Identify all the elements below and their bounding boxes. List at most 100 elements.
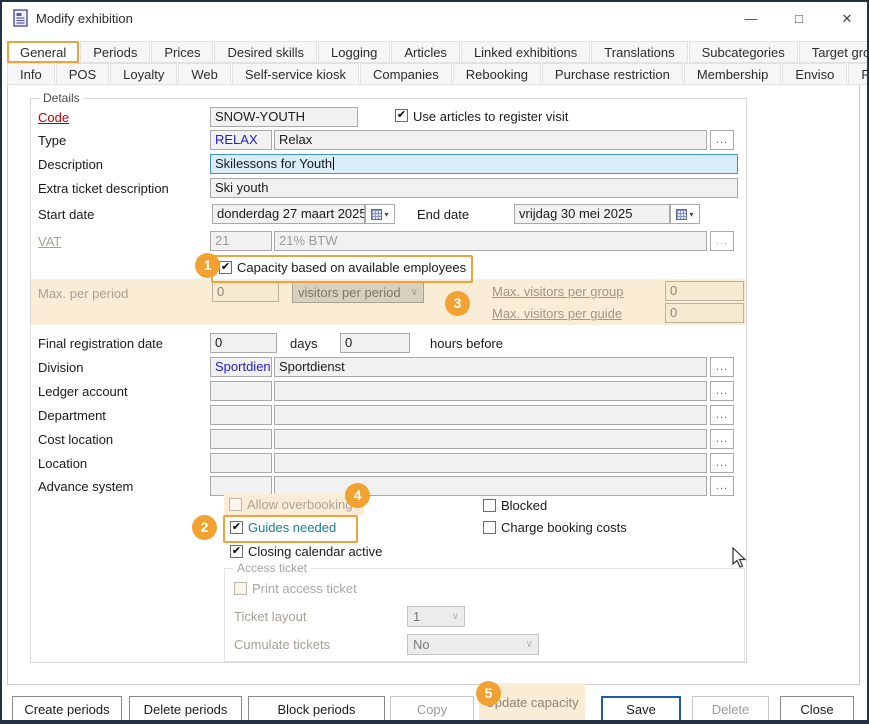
ledger-account-name-field[interactable]	[274, 381, 707, 401]
department-name-field[interactable]	[274, 405, 707, 425]
tab-purchase-restriction[interactable]: Purchase restriction	[542, 63, 683, 85]
print-access-ticket-checkbox	[234, 582, 247, 595]
blocked-label: Blocked	[501, 498, 547, 513]
vat-code-field[interactable]: 21	[210, 231, 272, 251]
ticket-layout-dropdown: 1 ∨	[407, 606, 465, 627]
max-visitors-per-guide-link[interactable]: Max. visitors per guide	[492, 306, 622, 321]
description-field[interactable]: Skilessons for Youth	[210, 154, 738, 174]
extra-ticket-description-field[interactable]: Ski youth	[210, 178, 738, 198]
ledger-account-label: Ledger account	[38, 384, 128, 399]
final-registration-hours-field[interactable]: 0	[340, 333, 410, 353]
vat-label[interactable]: VAT	[38, 234, 61, 249]
division-lookup-button[interactable]: ...	[710, 357, 734, 377]
copy-button: Copy	[390, 696, 474, 722]
department-lookup-button[interactable]: ...	[710, 405, 734, 425]
extra-ticket-description-label: Extra ticket description	[38, 181, 169, 196]
ledger-account-code-field[interactable]	[210, 381, 272, 401]
tab-companies[interactable]: Companies	[360, 63, 452, 85]
location-name-field[interactable]	[274, 453, 707, 473]
save-button[interactable]: Save	[601, 696, 681, 722]
tab-pos[interactable]: POS	[56, 63, 109, 85]
type-name-field[interactable]: Relax	[274, 130, 707, 150]
capacity-based-checkbox[interactable]	[219, 261, 232, 274]
location-code-field[interactable]	[210, 453, 272, 473]
max-visitors-per-group-link[interactable]: Max. visitors per group	[492, 284, 624, 299]
cumulate-tickets-dropdown: No ∨	[407, 634, 539, 655]
annotation-badge-2: 2	[192, 515, 217, 540]
max-visitors-per-guide-field: 0	[665, 303, 744, 323]
code-field[interactable]: SNOW-YOUTH	[210, 107, 358, 127]
final-registration-days-field[interactable]: 0	[210, 333, 277, 353]
chevron-down-icon: ▾	[689, 210, 693, 219]
guides-needed-checkbox[interactable]	[230, 521, 243, 534]
tab-facility-bookings[interactable]: Facility bookings	[848, 63, 869, 85]
division-name-field[interactable]: Sportdienst	[274, 357, 707, 377]
tab-logging[interactable]: Logging	[318, 41, 390, 63]
max-per-period-unit-dropdown: visitors per period ∨	[292, 282, 424, 303]
advance-system-code-field[interactable]	[210, 476, 272, 496]
division-code-field[interactable]: Sportdiens	[210, 357, 272, 377]
end-date-label: End date	[417, 207, 469, 222]
tab-subcategories[interactable]: Subcategories	[689, 41, 798, 63]
title-bar: Modify exhibition — □ ✕	[2, 2, 867, 34]
code-label: Code	[38, 110, 69, 125]
tab-info[interactable]: Info	[7, 63, 55, 85]
department-label: Department	[38, 408, 106, 423]
tab-linked-exhibitions[interactable]: Linked exhibitions	[461, 41, 590, 63]
tab-general[interactable]: General	[7, 41, 79, 63]
tab-translations[interactable]: Translations	[591, 41, 687, 63]
tab-enviso[interactable]: Enviso	[782, 63, 847, 85]
annotation-badge-1: 1	[195, 253, 220, 278]
chevron-down-icon: ▾	[384, 210, 388, 219]
details-group-label: Details	[39, 91, 84, 105]
end-date-field[interactable]: vrijdag 30 mei 2025	[514, 204, 670, 224]
start-date-field[interactable]: donderdag 27 maart 2025	[212, 204, 365, 224]
ledger-account-lookup-button[interactable]: ...	[710, 381, 734, 401]
tab-membership[interactable]: Membership	[684, 63, 782, 85]
use-articles-label: Use articles to register visit	[413, 109, 568, 124]
vat-name-field[interactable]: 21% BTW	[274, 231, 707, 251]
minimize-icon[interactable]: —	[738, 8, 764, 28]
use-articles-checkbox[interactable]	[395, 109, 408, 122]
blocked-checkbox[interactable]	[483, 499, 496, 512]
modify-exhibition-dialog: Modify exhibition — □ ✕ General Periods …	[0, 0, 869, 724]
annotation-badge-5: 5	[476, 681, 501, 706]
tab-loyalty[interactable]: Loyalty	[110, 63, 177, 85]
location-label: Location	[38, 456, 87, 471]
allow-overbooking-label: Allow overbooking	[247, 497, 353, 512]
type-lookup-button[interactable]: ...	[710, 130, 734, 150]
block-periods-button[interactable]: Block periods	[248, 696, 385, 722]
tab-prices[interactable]: Prices	[151, 41, 213, 63]
delete-periods-button[interactable]: Delete periods	[129, 696, 242, 722]
location-lookup-button[interactable]: ...	[710, 453, 734, 473]
create-periods-button[interactable]: Create periods	[12, 696, 122, 722]
type-code-field[interactable]: RELAX	[210, 130, 272, 150]
cost-location-name-field[interactable]	[274, 429, 707, 449]
division-label: Division	[38, 360, 84, 375]
tab-rebooking[interactable]: Rebooking	[453, 63, 541, 85]
advance-system-lookup-button[interactable]: ...	[710, 476, 734, 496]
close-icon[interactable]: ✕	[834, 8, 860, 28]
advance-system-name-field[interactable]	[274, 476, 707, 496]
maximize-icon[interactable]: □	[786, 8, 812, 28]
tab-desired-skills[interactable]: Desired skills	[214, 41, 317, 63]
tab-target-groups[interactable]: Target groups	[799, 41, 869, 63]
start-date-calendar-button[interactable]: ▾	[365, 204, 395, 224]
department-code-field[interactable]	[210, 405, 272, 425]
tab-web[interactable]: Web	[178, 63, 231, 85]
charge-booking-costs-checkbox[interactable]	[483, 521, 496, 534]
max-visitors-per-group-field: 0	[665, 281, 744, 301]
closing-calendar-active-checkbox[interactable]	[230, 545, 243, 558]
chevron-down-icon: ∨	[526, 639, 533, 650]
ticket-layout-label: Ticket layout	[234, 609, 307, 624]
annotation-badge-3: 3	[445, 291, 470, 316]
cost-location-code-field[interactable]	[210, 429, 272, 449]
tab-articles[interactable]: Articles	[391, 41, 460, 63]
close-button[interactable]: Close	[780, 696, 854, 722]
charge-booking-costs-label: Charge booking costs	[501, 520, 627, 535]
tab-periods[interactable]: Periods	[80, 41, 150, 63]
cost-location-lookup-button[interactable]: ...	[710, 429, 734, 449]
end-date-calendar-button[interactable]: ▾	[670, 204, 700, 224]
mouse-cursor	[732, 547, 748, 569]
tab-self-service-kiosk[interactable]: Self-service kiosk	[232, 63, 359, 85]
